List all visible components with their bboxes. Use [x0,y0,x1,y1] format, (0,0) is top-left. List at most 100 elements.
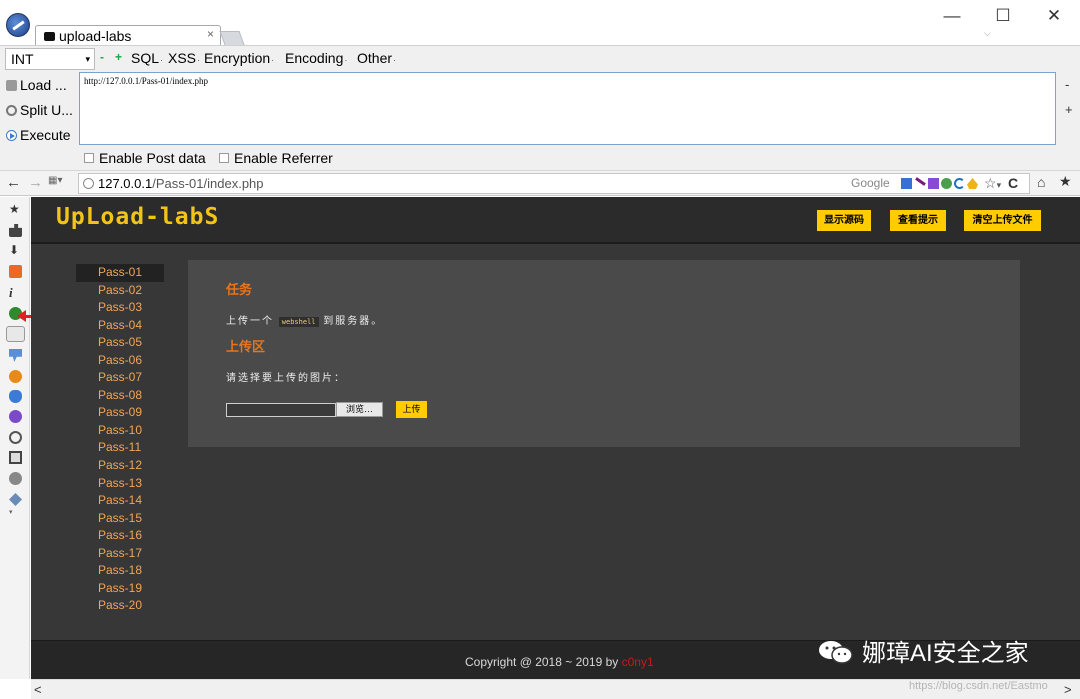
horizontal-scrollbar[interactable]: < https://blog.csdn.net/Eastmo > [31,679,1080,699]
execute-label: Execute [20,127,71,143]
grid-tool-icon[interactable] [9,451,22,464]
url-path: /Pass-01/index.php [152,176,264,191]
extension-icon[interactable] [967,178,978,189]
bookmark-star-icon[interactable]: ☆▾ [984,175,1001,192]
pass-menu-item[interactable]: Pass-20 [76,597,164,615]
pass-menu-item[interactable]: Pass-06 [76,352,164,370]
task-heading: 任务 [226,282,253,297]
task-prefix: 上传一个 [226,316,274,327]
search-engine-label[interactable]: Google [851,176,890,190]
load-url-button[interactable]: Load ... [6,77,67,93]
pass-menu-item[interactable]: Pass-08 [76,387,164,405]
pass-menu-item[interactable]: Pass-03 [76,299,164,317]
enable-post-checkbox[interactable]: Enable Post data [84,150,206,166]
menu-xss[interactable]: XSS· [168,50,200,66]
forward-button[interactable]: → [28,174,43,191]
extension-icon[interactable] [928,178,939,189]
menu-dot: · [393,55,397,65]
pass-menu-item[interactable]: Pass-19 [76,580,164,598]
menu-sql[interactable]: SQL· [131,50,163,66]
extension-icon[interactable] [954,178,965,189]
close-button[interactable]: ✕ [1039,6,1069,28]
minimize-button[interactable]: — [937,6,967,28]
browser-logo-icon[interactable] [6,13,30,37]
pass-menu-item[interactable]: Pass-04 [76,317,164,335]
show-source-button[interactable]: 显示源码 [817,210,871,231]
pass-menu-item[interactable]: Pass-16 [76,527,164,545]
tag-icon[interactable] [9,493,22,506]
pass-menu-item[interactable]: Pass-14 [76,492,164,510]
chevron-down-icon[interactable]: ⌵ [984,28,991,39]
address-bar[interactable]: 127.0.0.1/Pass-01/index.php Google ☆▾ C [78,173,1030,194]
pass-menu-item[interactable]: Pass-07 [76,369,164,387]
extension-icon[interactable] [941,178,952,189]
injection-type-select[interactable]: INT ▾ [5,48,95,70]
pass-menu-item[interactable]: Pass-18 [76,562,164,580]
pass-menu-item[interactable]: Pass-05 [76,334,164,352]
tab-close-icon[interactable]: × [207,27,214,41]
favorites-icon[interactable]: ★ [1059,173,1072,190]
pass-menu-item[interactable]: Pass-01 [76,264,164,282]
puzzle-icon[interactable] [9,224,22,237]
tab-title: upload-labs [59,28,132,44]
apps-grid-icon[interactable] [48,175,66,189]
extension-icon[interactable] [901,178,912,189]
hackbar-toolbar: INT ▾ - + SQL· XSS· Encryption· Encoding… [0,45,1080,170]
checkbox-icon [84,153,94,163]
increment-button[interactable]: + [115,50,122,64]
page-info-icon[interactable] [83,178,94,189]
blue-tool-icon[interactable] [9,390,22,403]
pass-menu-item[interactable]: Pass-02 [76,282,164,300]
menu-other[interactable]: Other· [357,50,396,66]
menu-encryption[interactable]: Encryption· [204,50,274,66]
pass-menu-item[interactable]: Pass-10 [76,422,164,440]
upload-submit-button[interactable]: 上传 [396,401,427,418]
expand-button[interactable]: + [1065,102,1073,117]
execute-button[interactable]: Execute [6,127,71,143]
star-icon[interactable]: ★ [9,203,22,216]
pass-menu-item[interactable]: Pass-13 [76,475,164,493]
extension-icons[interactable] [901,177,978,191]
scroll-right-button[interactable]: > [1064,682,1072,697]
tab-upload-labs[interactable]: upload-labs × [35,25,221,46]
tab-favicon-icon [44,32,55,41]
task-panel: 任务 上传一个 webshell 到服务器。 上传区 请选择要上传的图片： 浏览… [188,260,1020,447]
site-logo[interactable]: UpLoad-labS [56,204,219,230]
new-tab-button[interactable] [219,31,245,45]
pass-menu-item[interactable]: Pass-12 [76,457,164,475]
pass-menu-item[interactable]: Pass-17 [76,545,164,563]
view-hint-button[interactable]: 查看提示 [890,210,946,231]
web-icon[interactable] [9,265,22,278]
globe-icon[interactable] [9,472,22,485]
file-input[interactable] [226,403,336,417]
pass-menu-item[interactable]: Pass-11 [76,439,164,457]
gear-icon[interactable] [9,410,22,423]
back-button[interactable]: ← [6,174,21,191]
menu-dot: · [271,55,275,65]
enable-referrer-checkbox[interactable]: Enable Referrer [219,150,333,166]
author-link[interactable]: c0ny1 [622,655,654,669]
split-url-button[interactable]: Split U... [6,102,73,118]
hackbar-url-textarea[interactable]: http://127.0.0.1/Pass-01/index.php [79,72,1056,145]
clear-uploads-button[interactable]: 清空上传文件 [964,210,1041,231]
maximize-button[interactable]: ☐ [988,6,1018,28]
decrement-button[interactable]: - [100,50,104,64]
pointer-icon[interactable] [9,349,22,362]
menu-encoding[interactable]: Encoding· [285,50,347,66]
home-icon[interactable]: ⌂ [1037,174,1045,190]
download-icon[interactable]: ⬇ [9,244,22,257]
refresh-button[interactable]: C [1008,175,1018,191]
extension-icon[interactable] [915,177,926,186]
task-code: webshell [278,317,319,327]
browse-button[interactable]: 浏览… [336,402,383,417]
pass-menu-item[interactable]: Pass-15 [76,510,164,528]
url-host: 127.0.0.1 [98,176,153,191]
palette-icon[interactable] [9,431,22,444]
firebug-icon[interactable] [9,370,22,383]
shrink-button[interactable]: - [1065,77,1069,92]
pass-menu-item[interactable]: Pass-09 [76,404,164,422]
link-icon[interactable] [6,326,25,342]
more-arrow-icon[interactable]: ▾ [9,509,22,522]
info-icon[interactable]: i [9,286,22,299]
scroll-left-button[interactable]: < [34,682,42,697]
